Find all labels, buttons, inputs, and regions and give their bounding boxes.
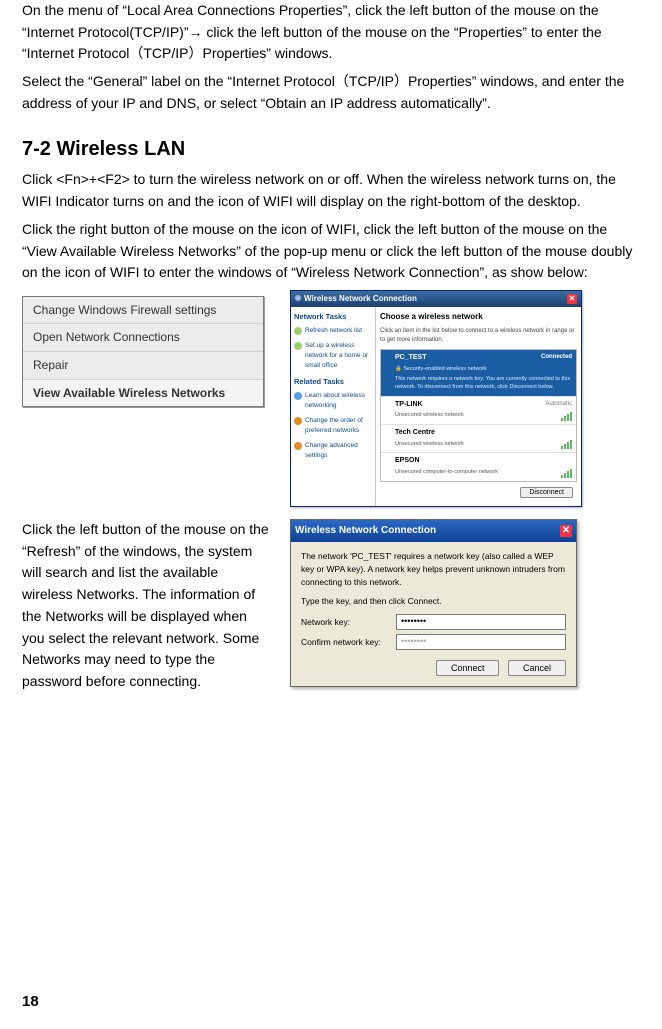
signal-icon: [561, 412, 572, 421]
sidebar-link-order[interactable]: Change the order of preferred networks: [294, 416, 372, 436]
network-status: Connected: [541, 353, 572, 362]
connect-button[interactable]: Connect: [436, 660, 500, 676]
wireless-connection-window: Wireless Network Connection ✕ Network Ta…: [290, 290, 582, 507]
window-title: Wireless Network Connection: [304, 294, 417, 303]
disconnect-button[interactable]: Disconnect: [520, 487, 573, 498]
refresh-icon: [294, 327, 302, 335]
wifi-icon: [295, 295, 301, 301]
menu-item-repair[interactable]: Repair: [23, 352, 263, 380]
input-network-key[interactable]: ••••••••: [396, 614, 566, 630]
network-item-techcentre[interactable]: Tech Centre Unsecured wireless network: [381, 425, 576, 453]
signal-icon: [561, 469, 572, 478]
menu-item-firewall[interactable]: Change Windows Firewall settings: [23, 297, 263, 325]
sidebar-link-learn[interactable]: Learn about wireless networking: [294, 391, 372, 411]
window-titlebar[interactable]: Wireless Network Connection ✕: [291, 291, 581, 307]
order-icon: [294, 417, 302, 425]
choose-intro: Click an item in the list below to conne…: [380, 327, 577, 346]
learn-icon: [294, 392, 302, 400]
paragraph-wlan-2: Click the right button of the mouse on t…: [22, 219, 634, 284]
network-item-tplink[interactable]: TP-LINK Automatic Unsecured wireless net…: [381, 397, 576, 425]
signal-icon: [561, 440, 572, 449]
sidebar-link-refresh[interactable]: Refresh network list: [294, 326, 372, 336]
sidebar-hdr-network-tasks: Network Tasks: [294, 311, 372, 323]
menu-item-open-connections[interactable]: Open Network Connections: [23, 324, 263, 352]
close-icon[interactable]: ✕: [567, 294, 577, 304]
cancel-button[interactable]: Cancel: [508, 660, 566, 676]
input-confirm-key[interactable]: ••••••••: [396, 634, 566, 650]
lock-icon: 🔒: [395, 366, 402, 372]
tray-context-menu: Change Windows Firewall settings Open Ne…: [22, 296, 264, 407]
page-number: 18: [22, 990, 39, 1013]
dialog-message-2: Type the key, and then click Connect.: [301, 595, 566, 608]
window-sidebar: Network Tasks Refresh network list Set u…: [291, 307, 376, 506]
network-name: EPSON: [395, 456, 572, 467]
paragraph-refresh: Click the left button of the mouse on th…: [22, 519, 272, 693]
section-heading-wireless-lan: 7-2 Wireless LAN: [22, 134, 634, 165]
window-main: Choose a wireless network Click an item …: [376, 307, 581, 506]
sidebar-hdr-related-tasks: Related Tasks: [294, 376, 372, 388]
label-network-key: Network key:: [301, 616, 396, 629]
sidebar-link-advanced[interactable]: Change advanced settings: [294, 441, 372, 461]
dialog-message-1: The network 'PC_TEST' requires a network…: [301, 550, 566, 590]
network-item-epson[interactable]: EPSON Unsecured computer-to-computer net…: [381, 453, 576, 480]
close-icon[interactable]: ✕: [560, 525, 572, 537]
dialog-titlebar[interactable]: Wireless Network Connection ✕: [291, 520, 576, 542]
paragraph-wlan-1: Click <Fn>+<F2> to turn the wireless net…: [22, 169, 634, 212]
paragraph-tcpip-2: Select the “General” label on the “Inter…: [22, 71, 634, 114]
choose-heading: Choose a wireless network: [380, 311, 577, 323]
network-name: Tech Centre: [395, 428, 572, 439]
advanced-icon: [294, 442, 302, 450]
menu-item-view-networks[interactable]: View Available Wireless Networks: [23, 380, 263, 407]
label-confirm-key: Confirm network key:: [301, 636, 396, 649]
sidebar-link-setup[interactable]: Set up a wireless network for a home or …: [294, 341, 372, 371]
paragraph-tcpip-1: On the menu of “Local Area Connections P…: [22, 0, 634, 65]
dialog-title: Wireless Network Connection: [295, 523, 436, 539]
setup-icon: [294, 342, 302, 350]
network-list: PC_TEST Connected 🔒 Security-enabled wir…: [380, 349, 577, 481]
network-key-dialog: Wireless Network Connection ✕ The networ…: [290, 519, 577, 687]
network-status: Automatic: [545, 400, 572, 409]
network-item-pctest[interactable]: PC_TEST Connected 🔒 Security-enabled wir…: [381, 350, 576, 396]
